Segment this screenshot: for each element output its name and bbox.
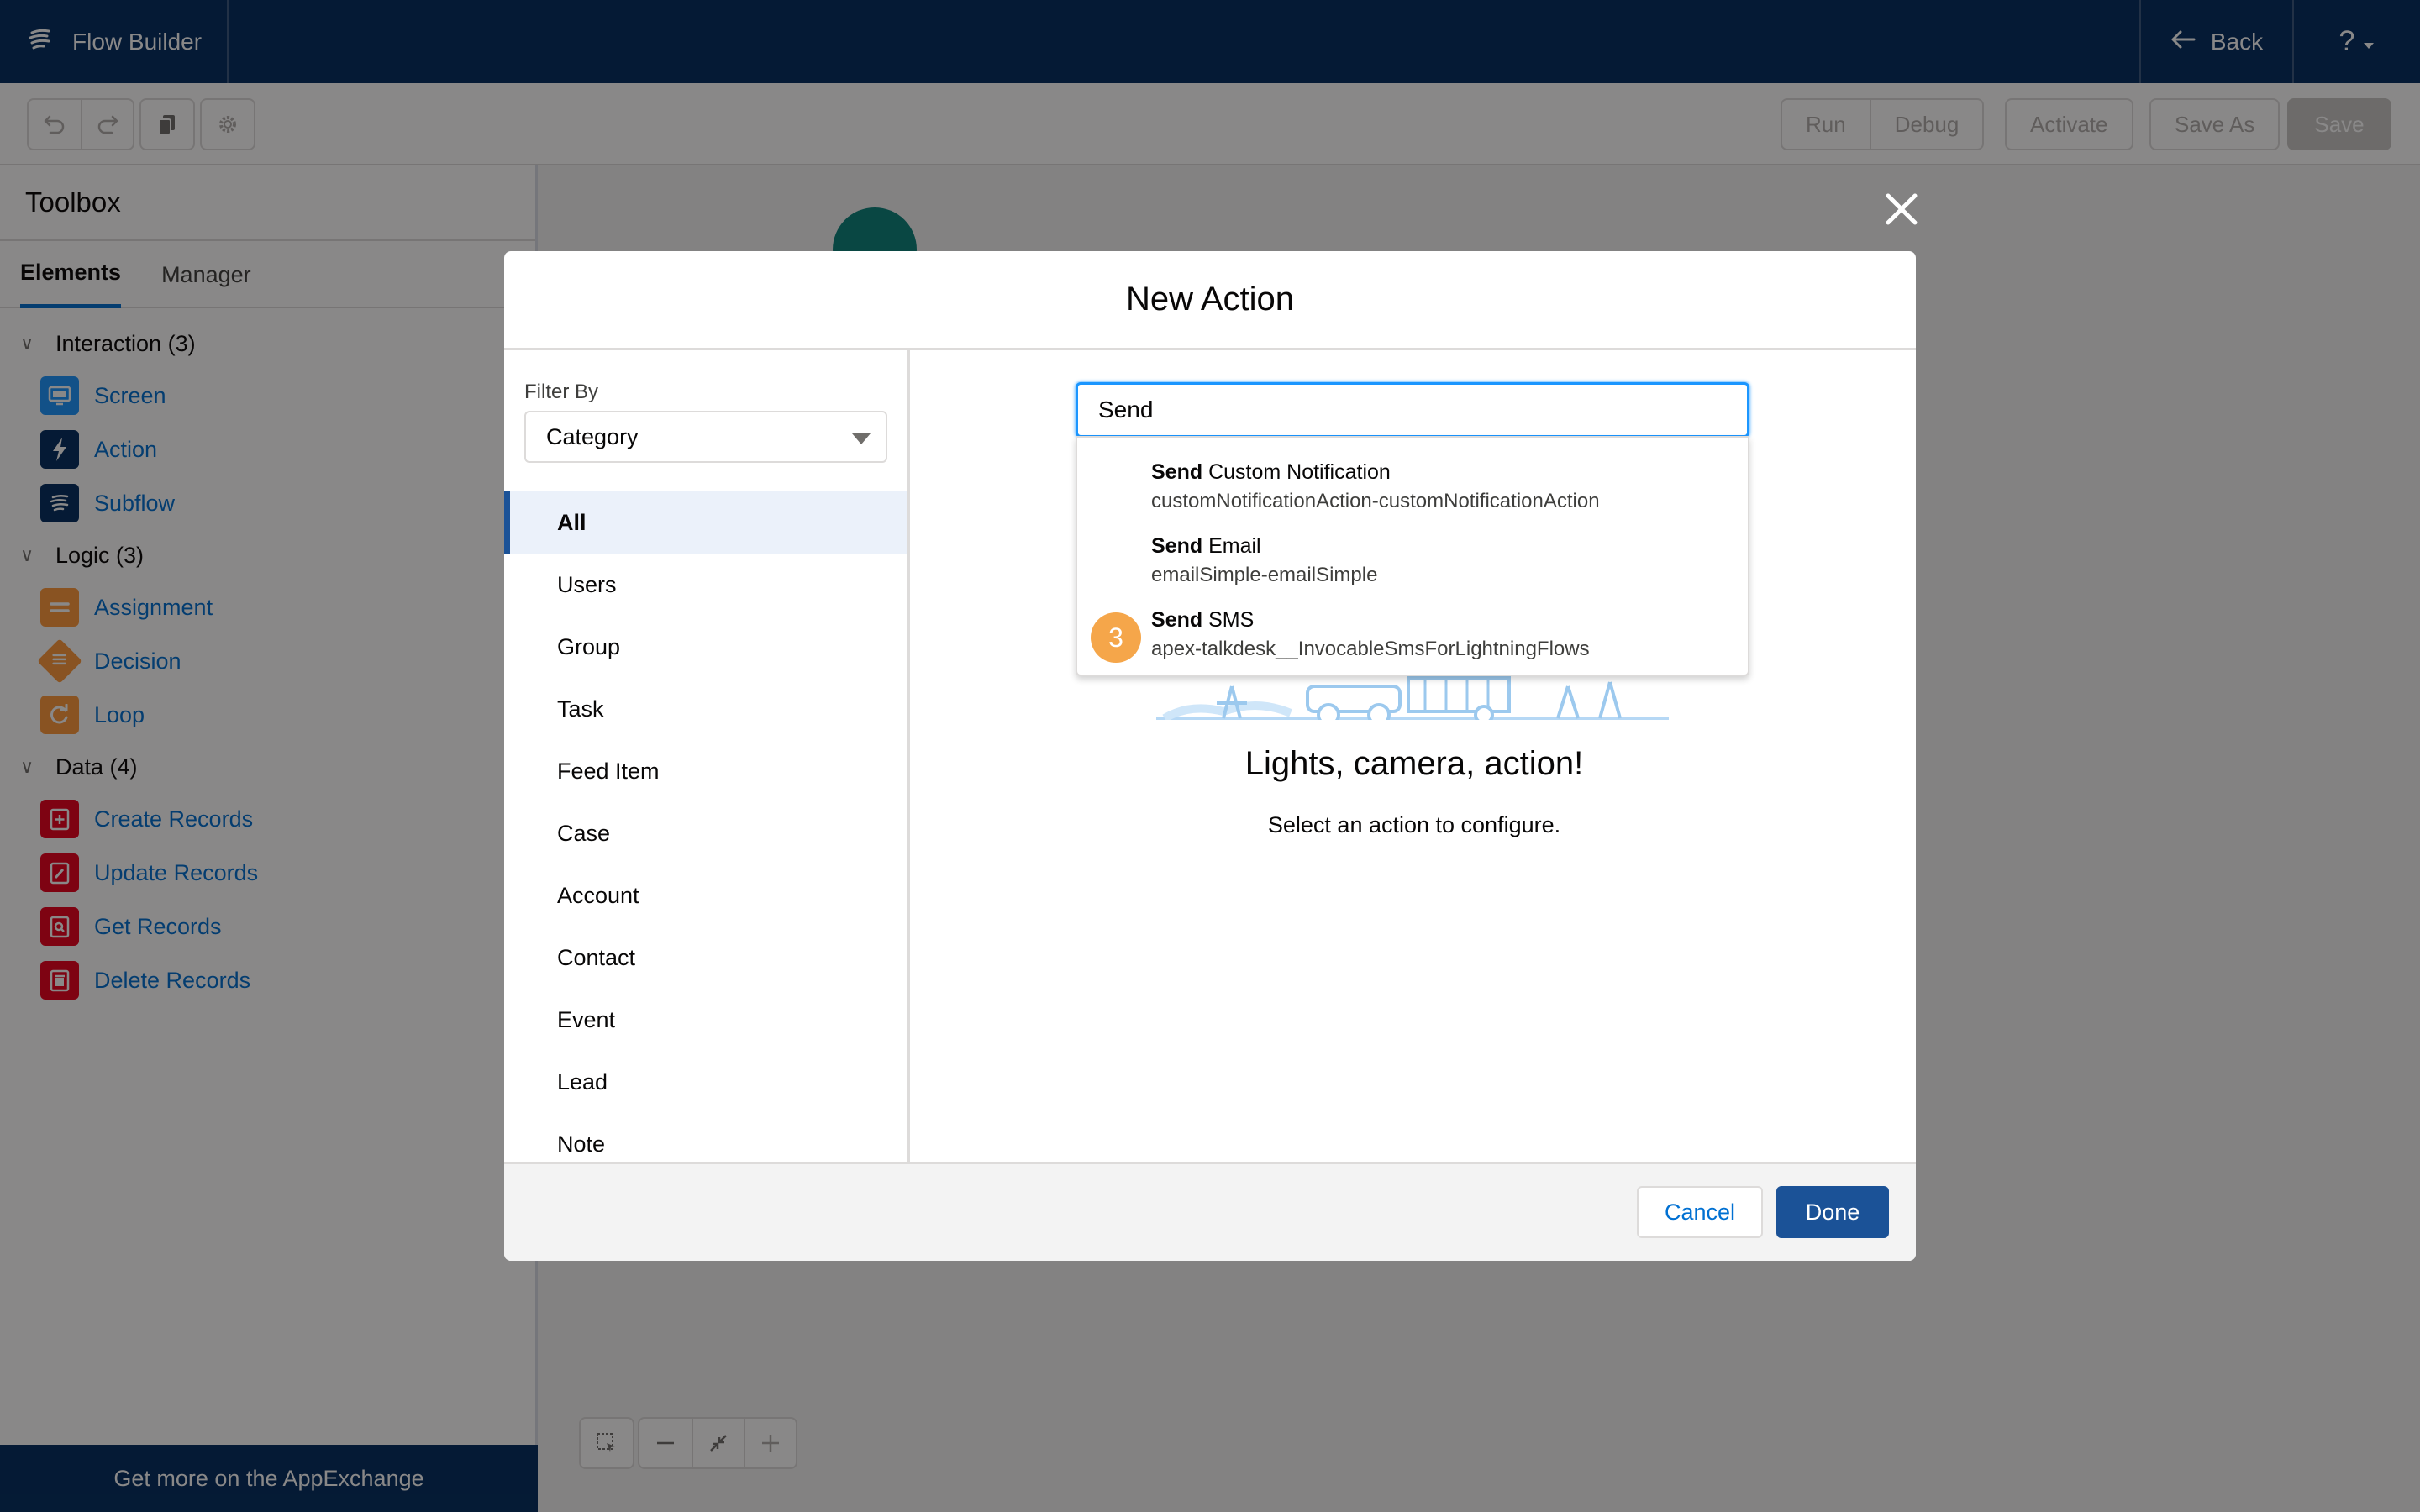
category-item-contact[interactable]: Contact [504, 927, 908, 989]
category-item-users[interactable]: Users [504, 554, 908, 616]
search-result-item[interactable]: 3 Send SMS apex-talkdesk__InvocableSmsFo… [1077, 597, 1748, 671]
category-item-all[interactable]: All [504, 491, 908, 554]
action-panel: Send Custom Notification customNotificat… [913, 350, 1916, 1162]
cancel-button[interactable]: Cancel [1637, 1186, 1763, 1238]
filter-by-select[interactable]: Category [524, 411, 887, 463]
result-api-name: customNotificationAction-customNotificat… [1151, 489, 1600, 512]
category-item-lead[interactable]: Lead [504, 1051, 908, 1113]
action-search-input[interactable] [1076, 382, 1749, 438]
result-api-name: apex-talkdesk__InvocableSmsForLightningF… [1151, 637, 1590, 660]
result-title: Send Custom Notification [1151, 459, 1391, 484]
empty-state-title: Lights, camera, action! [1244, 745, 1584, 782]
modal-close-button[interactable] [1881, 188, 1923, 230]
close-icon [1886, 193, 1918, 225]
category-list: All Users Group Task Feed Item Case Acco… [504, 491, 908, 1162]
empty-state-subtitle: Select an action to configure. [1267, 812, 1561, 837]
filter-value: Category [546, 423, 639, 449]
step-number-badge: 3 [1091, 612, 1141, 663]
category-item-feed-item[interactable]: Feed Item [504, 740, 908, 802]
modal-footer: Cancel Done [504, 1162, 1916, 1261]
category-item-task[interactable]: Task [504, 678, 908, 740]
new-action-modal: New Action Filter By Category All Users … [504, 251, 1916, 1261]
category-item-group[interactable]: Group [504, 616, 908, 678]
search-result-item[interactable]: Send Custom Notification customNotificat… [1077, 449, 1748, 523]
modal-title: New Action [504, 251, 1916, 350]
search-result-item[interactable]: Send Email emailSimple-emailSimple [1077, 523, 1748, 597]
category-item-account[interactable]: Account [504, 864, 908, 927]
filter-label: Filter By [524, 381, 599, 403]
filter-panel: Filter By Category All Users Group Task … [504, 350, 910, 1162]
done-button[interactable]: Done [1776, 1186, 1889, 1238]
category-item-case[interactable]: Case [504, 802, 908, 864]
caret-down-icon [852, 433, 871, 444]
category-item-event[interactable]: Event [504, 989, 908, 1051]
result-title: Send SMS [1151, 607, 1255, 632]
result-api-name: emailSimple-emailSimple [1151, 563, 1378, 586]
result-title: Send Email [1151, 533, 1261, 558]
category-item-note[interactable]: Note [504, 1113, 908, 1162]
action-search-results: Send Custom Notification customNotificat… [1076, 436, 1749, 676]
modal-body: Filter By Category All Users Group Task … [504, 350, 1916, 1162]
